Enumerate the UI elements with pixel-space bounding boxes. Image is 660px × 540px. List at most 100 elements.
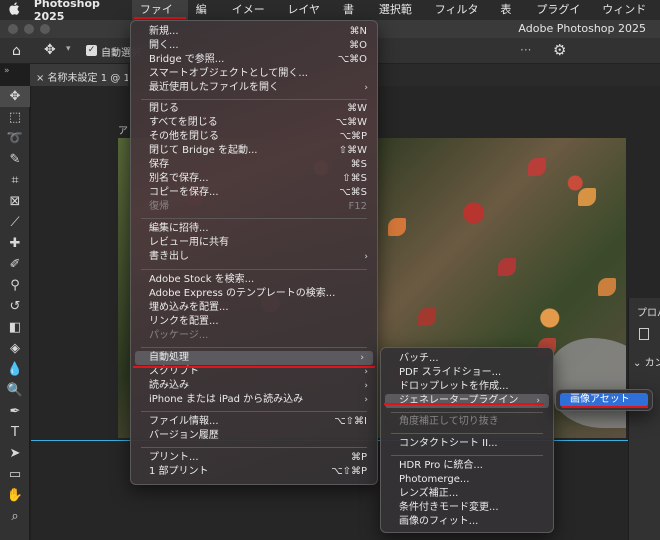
menu-item-image-assets[interactable]: 画像アセット — [560, 393, 648, 407]
menu-window[interactable]: ウィンドウ — [594, 0, 660, 36]
menu-item-fit-image[interactable]: 画像のフィット... — [381, 515, 553, 529]
menu-filter[interactable]: フィルター — [427, 0, 493, 36]
home-icon[interactable]: ⌂ — [12, 43, 21, 59]
menu-item-generator-plugin[interactable]: ジェネレータープラグイン › — [385, 394, 549, 408]
paint-bucket-tool-icon[interactable]: ◈ — [0, 338, 30, 359]
menu-item-close[interactable]: 閉じる ⌘W — [131, 102, 377, 116]
menu-item-browse-bridge[interactable]: Bridge で参照... ⌥⌘O — [131, 53, 377, 67]
menu-item-label: ドロップレットを作成... — [399, 381, 509, 392]
blur-tool-icon[interactable]: 💧 — [0, 359, 30, 380]
menu-item-label: ファイル情報... — [149, 416, 219, 427]
menu-item-open-recent[interactable]: 最近使用したファイルを開く › — [131, 81, 377, 95]
eraser-tool-icon[interactable]: ◧ — [0, 317, 30, 338]
menu-item-close-others[interactable]: その他を閉じる ⌥⌘P — [131, 130, 377, 144]
document-tab[interactable]: × 名称未設定 1 @ 10 — [30, 64, 128, 86]
menu-item-revert[interactable]: 復帰 F12 — [131, 200, 377, 214]
hand-tool-icon[interactable]: ✋ — [0, 485, 30, 506]
menu-item-photomerge[interactable]: Photomerge... — [381, 473, 553, 487]
properties-panel-title: プロパ — [637, 308, 660, 319]
move-tool-icon[interactable]: ✥ — [44, 42, 56, 58]
zoom-tool-icon[interactable]: ⌕ — [0, 506, 30, 527]
menu-item-invite-to-edit[interactable]: 編集に招待... — [131, 222, 377, 236]
menu-item-label: 閉じる — [149, 103, 179, 114]
menu-type[interactable]: 書式 — [335, 0, 371, 36]
auto-select-checkbox[interactable]: ✓ — [86, 45, 97, 56]
menu-item-label: 書き出し — [149, 251, 189, 262]
close-window-button[interactable] — [8, 24, 18, 34]
menu-layer[interactable]: レイヤー — [279, 0, 335, 36]
menu-item-share-for-review[interactable]: レビュー用に共有 — [131, 236, 377, 250]
menu-separator — [141, 99, 367, 100]
menu-item-merge-hdr[interactable]: HDR Pro に統合... — [381, 459, 553, 473]
dodge-tool-icon[interactable]: 🔍 — [0, 380, 30, 401]
highlight-underline — [384, 403, 544, 405]
marquee-tool-icon[interactable]: ⬚ — [0, 107, 30, 128]
menu-item-package[interactable]: パッケージ... — [131, 329, 377, 343]
menu-item-import-from-iphone[interactable]: iPhone または iPad から読み込み › — [131, 393, 377, 407]
menu-item-save[interactable]: 保存 ⌘S — [131, 158, 377, 172]
menu-item-print[interactable]: プリント... ⌘P — [131, 451, 377, 465]
menu-item-close-go-bridge[interactable]: 閉じて Bridge を起動... ⇧⌘W — [131, 144, 377, 158]
eyedropper-tool-icon[interactable]: ⟋ — [0, 212, 30, 233]
menu-plugins[interactable]: プラグイン — [528, 0, 594, 36]
brush-tool-icon[interactable]: ✐ — [0, 254, 30, 275]
menu-item-crop-straighten[interactable]: 角度補正して切り抜き — [381, 415, 553, 429]
menu-item-open-smart-object[interactable]: スマートオブジェクトとして開く... — [131, 67, 377, 81]
chevron-down-icon[interactable]: ▾ — [66, 44, 71, 54]
menu-item-batch[interactable]: バッチ... — [381, 352, 553, 366]
menu-item-create-droplet[interactable]: ドロップレットを作成... — [381, 380, 553, 394]
minimize-window-button[interactable] — [24, 24, 34, 34]
collapse-panel-icon[interactable]: » — [4, 66, 10, 76]
crop-tool-icon[interactable]: ⌗ — [0, 170, 30, 191]
menu-item-label: 角度補正して切り抜き — [399, 416, 499, 427]
menu-view[interactable]: 表示 — [492, 0, 528, 36]
menu-item-open[interactable]: 開く... ⌘O — [131, 39, 377, 53]
menu-item-new[interactable]: 新規... ⌘N — [131, 25, 377, 39]
menu-item-automate[interactable]: 自動処理 › — [135, 351, 373, 365]
menu-item-label: Bridge で参照... — [149, 54, 225, 65]
menu-item-label: バージョン履歴 — [149, 430, 219, 441]
menu-item-contact-sheet[interactable]: コンタクトシート II... — [381, 437, 553, 451]
menu-item-place-embedded[interactable]: 埋め込みを配置... — [131, 301, 377, 315]
menu-item-search-adobe-stock[interactable]: Adobe Stock を検索... — [131, 273, 377, 287]
properties-section-label[interactable]: ⌄ カン — [633, 354, 660, 369]
menu-edit[interactable]: 編集 — [188, 0, 224, 36]
menu-item-file-info[interactable]: ファイル情報... ⌥⇧⌘I — [131, 415, 377, 429]
menu-item-search-adobe-express[interactable]: Adobe Express のテンプレートの検索... — [131, 287, 377, 301]
move-tool-icon[interactable]: ✥ — [0, 86, 30, 107]
apple-icon[interactable] — [0, 1, 31, 19]
path-select-tool-icon[interactable]: ➤ — [0, 443, 30, 464]
pen-tool-icon[interactable]: ✒ — [0, 401, 30, 422]
menu-item-label: Adobe Express のテンプレートの検索... — [149, 288, 336, 299]
close-tab-icon[interactable]: × — [36, 73, 48, 84]
type-tool-icon[interactable]: T — [0, 422, 30, 443]
menu-file[interactable]: ファイル — [131, 0, 188, 36]
history-brush-tool-icon[interactable]: ↺ — [0, 296, 30, 317]
frame-tool-icon[interactable]: ⊠ — [0, 191, 30, 212]
menu-item-close-all[interactable]: すべてを閉じる ⌥⌘W — [131, 116, 377, 130]
menu-select[interactable]: 選択範囲 — [371, 0, 427, 36]
more-icon[interactable]: ··· — [520, 43, 531, 57]
menu-image[interactable]: イメージ — [224, 0, 280, 36]
menu-item-export[interactable]: 書き出し › — [131, 250, 377, 264]
menu-item-place-linked[interactable]: リンクを配置... — [131, 315, 377, 329]
menu-item-print-one-copy[interactable]: 1 部プリント ⌥⇧⌘P — [131, 465, 377, 479]
menu-item-import[interactable]: 読み込み › — [131, 379, 377, 393]
menu-item-version-history[interactable]: バージョン履歴 — [131, 429, 377, 443]
quick-select-tool-icon[interactable]: ✎ — [0, 149, 30, 170]
healing-brush-tool-icon[interactable]: ✚ — [0, 233, 30, 254]
shape-tool-icon[interactable]: ▭ — [0, 464, 30, 485]
menu-item-save-copy[interactable]: コピーを保存... ⌥⌘S — [131, 186, 377, 200]
menu-separator — [391, 412, 543, 413]
menu-item-save-as[interactable]: 別名で保存... ⇧⌘S — [131, 172, 377, 186]
stamp-tool-icon[interactable]: ⚲ — [0, 275, 30, 296]
zoom-window-button[interactable] — [40, 24, 50, 34]
menu-item-label: 読み込み — [149, 380, 189, 391]
shortcut-label: ⌥⇧⌘P — [331, 466, 367, 477]
menu-item-pdf-slideshow[interactable]: PDF スライドショー... — [381, 366, 553, 380]
gear-icon[interactable]: ⚙ — [553, 41, 566, 59]
menu-item-lens-correction[interactable]: レンズ補正... — [381, 487, 553, 501]
menu-item-label: Photomerge... — [399, 474, 470, 485]
lasso-tool-icon[interactable]: ➰ — [0, 128, 30, 149]
menu-item-conditional-mode-change[interactable]: 条件付きモード変更... — [381, 501, 553, 515]
